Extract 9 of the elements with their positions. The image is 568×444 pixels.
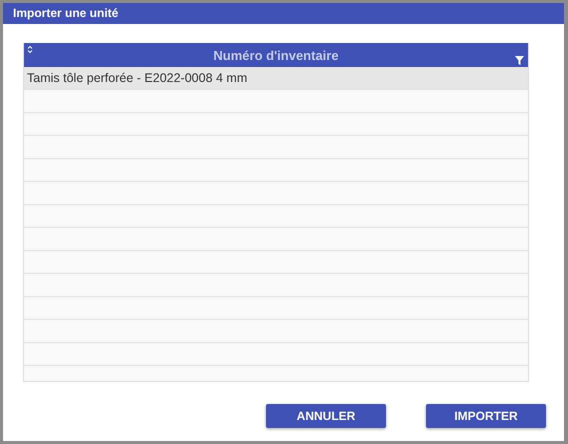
dialog-button[interactable]: IMPORTER — [426, 404, 546, 428]
filter-icon[interactable] — [515, 56, 524, 65]
sort-icon[interactable] — [27, 45, 33, 54]
table-cell-text: Tamis tôle perforée - E2022-0008 4 mm — [26, 71, 248, 85]
column-header[interactable]: Numéro d'inventaire — [24, 43, 528, 67]
dialog-button[interactable]: ANNULER — [266, 404, 386, 428]
table-row[interactable]: Tamis tôle perforée - E2022-0008 4 mm — [24, 67, 528, 90]
column-label: Numéro d'inventaire — [213, 48, 339, 62]
window-title: Importer une unité — [3, 3, 564, 24]
